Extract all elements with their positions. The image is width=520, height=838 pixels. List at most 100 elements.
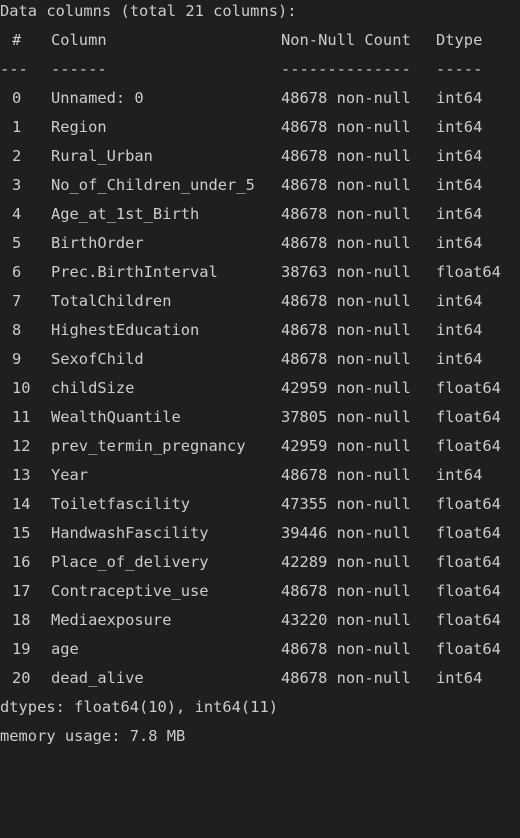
table-row: 0 Unnamed: 0 48678 non-null int64 [0, 84, 482, 113]
row-index: 5 [12, 234, 22, 252]
table-header-row: # Column Non-Null Count Dtype [0, 26, 482, 55]
row-column-name: TotalChildren [51, 292, 172, 310]
table-row: 9 SexofChild 48678 non-null int64 [0, 345, 482, 374]
table-row: 15 HandwashFascility 39446 non-null floa… [0, 519, 501, 548]
row-column-name: childSize [51, 379, 135, 397]
row-dtype: float64 [436, 524, 501, 542]
row-non-null-count: 48678 non-null [281, 321, 411, 339]
row-column-name: Contraceptive_use [51, 582, 209, 600]
row-non-null-count: 48678 non-null [281, 118, 411, 136]
row-non-null-count: 48678 non-null [281, 292, 411, 310]
table-row: 13 Year 48678 non-null int64 [0, 461, 482, 490]
row-dtype: float64 [436, 408, 501, 426]
row-index: 15 [12, 524, 31, 542]
row-column-name: dead_alive [51, 669, 144, 687]
row-index: 12 [12, 437, 31, 455]
row-dtype: int64 [436, 176, 483, 194]
row-dtype: int64 [436, 350, 483, 368]
row-column-name: WealthQuantile [51, 408, 181, 426]
row-non-null-count: 48678 non-null [281, 669, 411, 687]
row-index: 1 [12, 118, 22, 136]
row-dtype: float64 [436, 379, 501, 397]
row-index: 2 [12, 147, 22, 165]
row-dtype: int64 [436, 321, 483, 339]
table-row: 1 Region 48678 non-null int64 [0, 113, 482, 142]
row-non-null-count: 48678 non-null [281, 147, 411, 165]
table-row: 19 age 48678 non-null float64 [0, 635, 501, 664]
row-column-name: prev_termin_pregnancy [51, 437, 246, 455]
row-non-null-count: 48678 non-null [281, 640, 411, 658]
row-dtype: float64 [436, 495, 501, 513]
row-dtype: int64 [436, 669, 483, 687]
memory-usage-text: memory usage: 7.8 MB [0, 727, 186, 745]
row-index: 11 [12, 408, 31, 426]
table-row: 2 Rural_Urban 48678 non-null int64 [0, 142, 482, 171]
table-row: 10 childSize 42959 non-null float64 [0, 374, 501, 403]
separator-index: --- [0, 60, 28, 78]
row-dtype: float64 [436, 640, 501, 658]
row-non-null-count: 48678 non-null [281, 89, 411, 107]
table-row: 11 WealthQuantile 37805 non-null float64 [0, 403, 501, 432]
row-non-null-count: 47355 non-null [281, 495, 411, 513]
separator-row: --- ------ -------------- ----- [0, 55, 482, 84]
row-dtype: int64 [436, 118, 483, 136]
memory-line: memory usage: 7.8 MB [0, 722, 185, 751]
row-column-name: Rural_Urban [51, 147, 153, 165]
row-column-name: HandwashFascility [51, 524, 209, 542]
table-row: 4 Age_at_1st_Birth 48678 non-null int64 [0, 200, 482, 229]
row-non-null-count: 42959 non-null [281, 437, 411, 455]
row-index: 20 [12, 669, 31, 687]
row-index: 3 [12, 176, 22, 194]
row-non-null-count: 39446 non-null [281, 524, 411, 542]
header-non-null-count: Non-Null Count [281, 31, 411, 49]
row-index: 10 [12, 379, 31, 397]
row-index: 6 [12, 263, 22, 281]
row-column-name: No_of_Children_under_5 [51, 176, 255, 194]
table-row: 8 HighestEducation 48678 non-null int64 [0, 316, 482, 345]
columns-summary-text: Data columns (total 21 columns): [0, 2, 297, 20]
row-non-null-count: 37805 non-null [281, 408, 411, 426]
row-non-null-count: 42289 non-null [281, 553, 411, 571]
row-column-name: Region [51, 118, 107, 136]
table-row: 12 prev_termin_pregnancy 42959 non-null … [0, 432, 501, 461]
row-index: 17 [12, 582, 31, 600]
row-non-null-count: 42959 non-null [281, 379, 411, 397]
table-row: 18 Mediaexposure 43220 non-null float64 [0, 606, 501, 635]
separator-column: ------ [51, 60, 107, 78]
table-row: 5 BirthOrder 48678 non-null int64 [0, 229, 482, 258]
row-column-name: SexofChild [51, 350, 144, 368]
row-index: 14 [12, 495, 31, 513]
row-index: 0 [12, 89, 22, 107]
row-dtype: int64 [436, 147, 483, 165]
row-non-null-count: 48678 non-null [281, 466, 411, 484]
row-index: 7 [12, 292, 22, 310]
table-row: 14 Toiletfascility 47355 non-null float6… [0, 490, 501, 519]
row-column-name: Age_at_1st_Birth [51, 205, 200, 223]
row-column-name: Toiletfascility [51, 495, 190, 513]
row-column-name: Place_of_delivery [51, 553, 209, 571]
table-row: 6 Prec.BirthInterval 38763 non-null floa… [0, 258, 501, 287]
separator-count: -------------- [281, 60, 411, 78]
row-column-name: Mediaexposure [51, 611, 172, 629]
dataframe-info-output: Data columns (total 21 columns): # Colum… [0, 0, 520, 753]
separator-dtype: ----- [436, 60, 483, 78]
row-dtype: int64 [436, 466, 483, 484]
table-row: 7 TotalChildren 48678 non-null int64 [0, 287, 482, 316]
row-non-null-count: 43220 non-null [281, 611, 411, 629]
row-non-null-count: 48678 non-null [281, 234, 411, 252]
row-index: 9 [12, 350, 22, 368]
row-dtype: float64 [436, 553, 501, 571]
row-index: 4 [12, 205, 22, 223]
row-index: 18 [12, 611, 31, 629]
header-column: Column [51, 31, 107, 49]
info-header-line: Data columns (total 21 columns): [0, 0, 297, 26]
row-column-name: Year [51, 466, 89, 484]
header-index: # [12, 31, 22, 49]
header-dtype: Dtype [436, 31, 483, 49]
row-non-null-count: 48678 non-null [281, 350, 411, 368]
row-column-name: Prec.BirthInterval [51, 263, 218, 281]
row-index: 13 [12, 466, 31, 484]
row-dtype: float64 [436, 263, 501, 281]
row-non-null-count: 48678 non-null [281, 582, 411, 600]
row-non-null-count: 48678 non-null [281, 205, 411, 223]
